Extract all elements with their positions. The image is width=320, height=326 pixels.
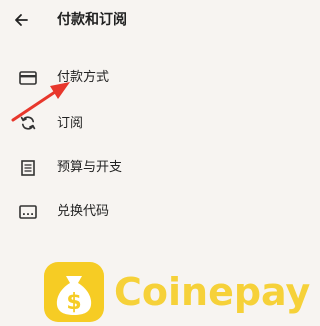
menu-item-redeem-code[interactable]: 兑换代码 — [0, 192, 283, 232]
menu-item-label: 付款方式 — [57, 70, 110, 85]
watermark-text: Coinepay — [114, 270, 311, 314]
menu-item-payment-methods[interactable]: 付款方式 — [0, 58, 283, 98]
app-header: 付款和订阅 — [0, 0, 283, 40]
page-title: 付款和订阅 — [57, 12, 127, 28]
menu-item-label: 订阅 — [57, 116, 84, 131]
menu-item-label: 预算与开支 — [57, 160, 123, 175]
receipt-icon — [18, 158, 38, 178]
back-button[interactable] — [8, 7, 34, 33]
redeem-code-icon — [18, 202, 38, 222]
money-bag-logo: $ — [44, 262, 104, 322]
menu-item-budget[interactable]: 预算与开支 — [0, 148, 283, 188]
svg-text:$: $ — [66, 290, 81, 315]
menu-item-label: 兑换代码 — [57, 204, 110, 219]
refresh-icon — [18, 113, 38, 133]
arrow-left-icon — [15, 14, 28, 26]
credit-card-icon — [18, 68, 38, 88]
watermark: $ Coinepay — [44, 262, 310, 322]
menu-item-subscriptions[interactable]: 订阅 — [0, 104, 283, 144]
